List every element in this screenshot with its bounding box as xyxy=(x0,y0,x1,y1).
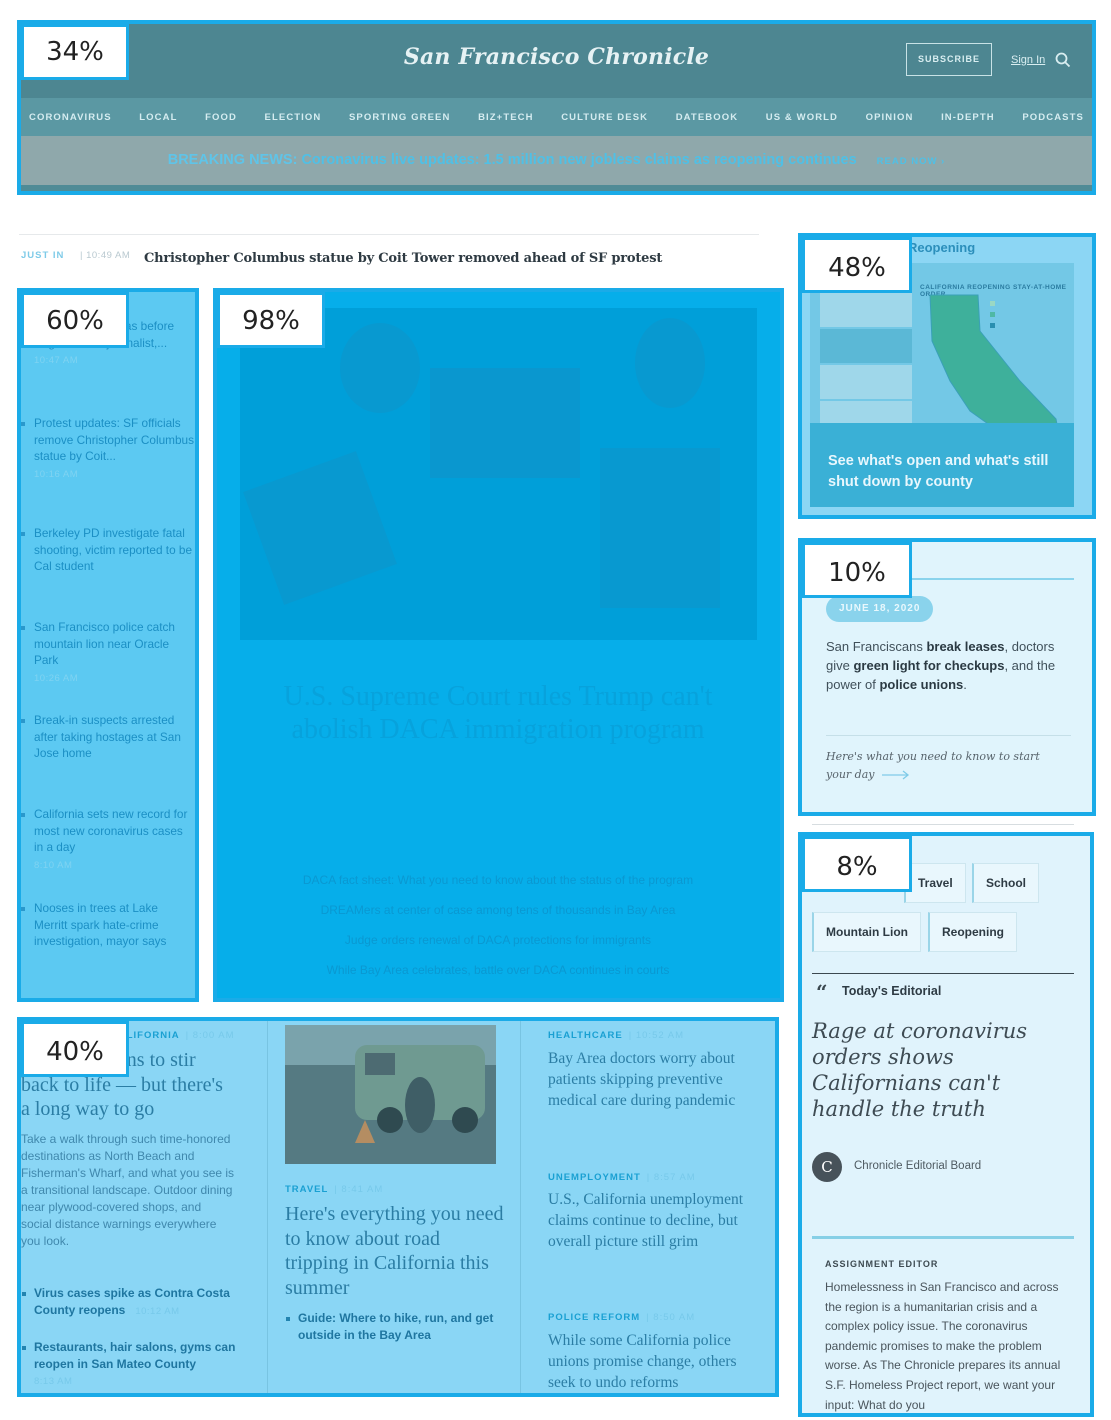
overlay-frame: 48% xyxy=(798,233,1096,519)
overlay-badge: 40% xyxy=(21,1021,129,1077)
overlay-frame: 8% xyxy=(798,832,1094,1417)
overlay-badge: 34% xyxy=(21,24,129,80)
just-in-label: JUST IN xyxy=(21,250,65,261)
time-label: 10:49 AM xyxy=(86,250,131,261)
just-in-headline[interactable]: Christopher Columbus statue by Coit Towe… xyxy=(144,251,662,266)
overlay-badge: 48% xyxy=(802,237,912,293)
overlay-badge: 10% xyxy=(802,542,912,598)
overlay-frame: 60% xyxy=(17,288,199,1002)
divider xyxy=(19,234,759,235)
overlay-badge: 98% xyxy=(217,292,325,348)
overlay-frame: 98% xyxy=(213,288,784,1002)
overlay-frame: 10% xyxy=(798,538,1096,816)
overlay-frame: 34% xyxy=(17,20,1096,195)
divider xyxy=(812,824,1074,825)
overlay-frame: 40% xyxy=(17,1017,779,1397)
just-in-time: | 10:49 AM xyxy=(80,250,131,261)
overlay-badge: 60% xyxy=(21,292,129,348)
overlay-badge: 8% xyxy=(802,836,912,892)
